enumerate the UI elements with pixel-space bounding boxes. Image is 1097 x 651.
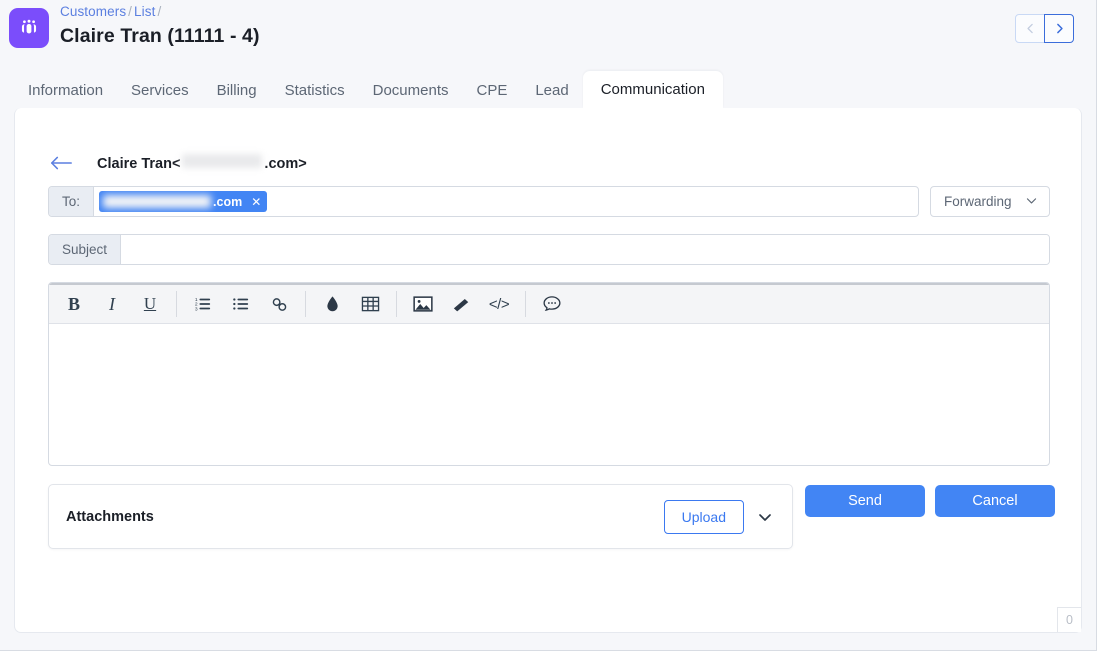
toolbar-divider	[176, 291, 177, 317]
people-group-icon	[9, 8, 49, 48]
tab-lead[interactable]: Lead	[521, 74, 582, 108]
subject-row[interactable]: Subject	[48, 234, 1050, 265]
image-icon[interactable]	[404, 288, 442, 320]
close-icon[interactable]: ✕	[251, 196, 261, 208]
message-body-input[interactable]	[49, 324, 1049, 465]
footer-actions: Attachments Upload Send Cancel	[48, 484, 1055, 549]
record-nav-group	[1015, 14, 1074, 43]
arrow-left-icon[interactable]	[49, 155, 73, 171]
next-record-button[interactable]	[1044, 14, 1074, 43]
app-window: Customers / List / Claire Tran (11111 - 4) …	[0, 0, 1097, 651]
mail-from-domain: .com>	[264, 156, 307, 172]
subject-label: Subject	[49, 235, 122, 264]
mail-header: Claire Tran < .com>	[15, 108, 1081, 186]
tab-communication[interactable]: Communication	[582, 71, 723, 108]
breadcrumb-separator-2: /	[157, 4, 162, 19]
toolbar-divider-2	[305, 291, 306, 317]
tab-documents[interactable]: Documents	[359, 74, 463, 108]
page-title: Claire Tran (11111 - 4)	[60, 25, 260, 47]
breadcrumb-item-customers[interactable]: Customers	[60, 4, 126, 19]
cancel-button[interactable]: Cancel	[935, 485, 1055, 517]
ordered-list-icon[interactable]: 1 2 3	[184, 288, 222, 320]
prev-record-button[interactable]	[1015, 14, 1045, 43]
redacted-email	[182, 154, 263, 168]
redacted-recipient-email	[103, 195, 212, 208]
tab-services[interactable]: Services	[117, 74, 203, 108]
send-button[interactable]: Send	[805, 485, 925, 517]
mail-from: Claire Tran < .com>	[97, 154, 307, 172]
forwarding-value: Forwarding	[944, 194, 1012, 209]
forwarding-dropdown[interactable]: Forwarding	[930, 186, 1050, 217]
bold-icon[interactable]: B	[55, 288, 93, 320]
attachments-title: Attachments	[66, 508, 154, 525]
svg-text:3: 3	[195, 306, 198, 312]
to-field[interactable]: To: .com ✕	[48, 186, 919, 217]
tab-billing[interactable]: Billing	[203, 74, 271, 108]
chevron-left-icon	[1024, 22, 1037, 35]
toolbar-divider-4	[525, 291, 526, 317]
color-droplet-icon[interactable]	[313, 288, 351, 320]
rich-text-editor: B I U 1 2 3 </> 0	[48, 282, 1081, 632]
toolbar-divider-3	[396, 291, 397, 317]
breadcrumb-item-list[interactable]: List	[134, 4, 155, 19]
unordered-list-icon[interactable]	[222, 288, 260, 320]
action-buttons: Send Cancel	[805, 484, 1055, 517]
recipient-chip-label: .com	[213, 194, 243, 209]
editor-toolbar: B I U 1 2 3 </>	[49, 283, 1049, 324]
attachments-panel: Attachments Upload	[48, 484, 793, 549]
to-label: To:	[49, 187, 95, 216]
comment-icon[interactable]	[533, 288, 571, 320]
to-input[interactable]: .com ✕	[94, 187, 918, 216]
page-header: Customers / List / Claire Tran (11111 - 4)	[0, 0, 1096, 68]
chevron-right-icon	[1053, 22, 1066, 35]
table-icon[interactable]	[351, 288, 389, 320]
tab-cpe[interactable]: CPE	[463, 74, 522, 108]
underline-icon[interactable]: U	[131, 288, 169, 320]
link-icon[interactable]	[260, 288, 298, 320]
mail-from-name: Claire Tran	[97, 156, 172, 172]
eraser-icon[interactable]	[442, 288, 480, 320]
recipient-chip[interactable]: .com ✕	[99, 191, 268, 212]
code-icon[interactable]: </>	[480, 288, 518, 320]
tab-statistics[interactable]: Statistics	[271, 74, 359, 108]
upload-button[interactable]: Upload	[663, 499, 744, 534]
communication-panel: Claire Tran < .com> To: .com ✕ Forwarding	[14, 108, 1082, 633]
breadcrumb-separator: /	[128, 4, 133, 19]
breadcrumb: Customers / List /	[60, 4, 163, 19]
recipient-row: To: .com ✕ Forwarding	[48, 186, 1050, 217]
chevron-down-icon[interactable]	[757, 509, 773, 525]
mail-from-bracket: <	[171, 156, 181, 172]
subject-input[interactable]	[121, 235, 1049, 264]
tab-bar: Information Services Billing Statistics …	[0, 68, 1096, 108]
tab-information[interactable]: Information	[14, 74, 117, 108]
chevron-down-icon	[1025, 194, 1038, 210]
italic-icon[interactable]: I	[93, 288, 131, 320]
